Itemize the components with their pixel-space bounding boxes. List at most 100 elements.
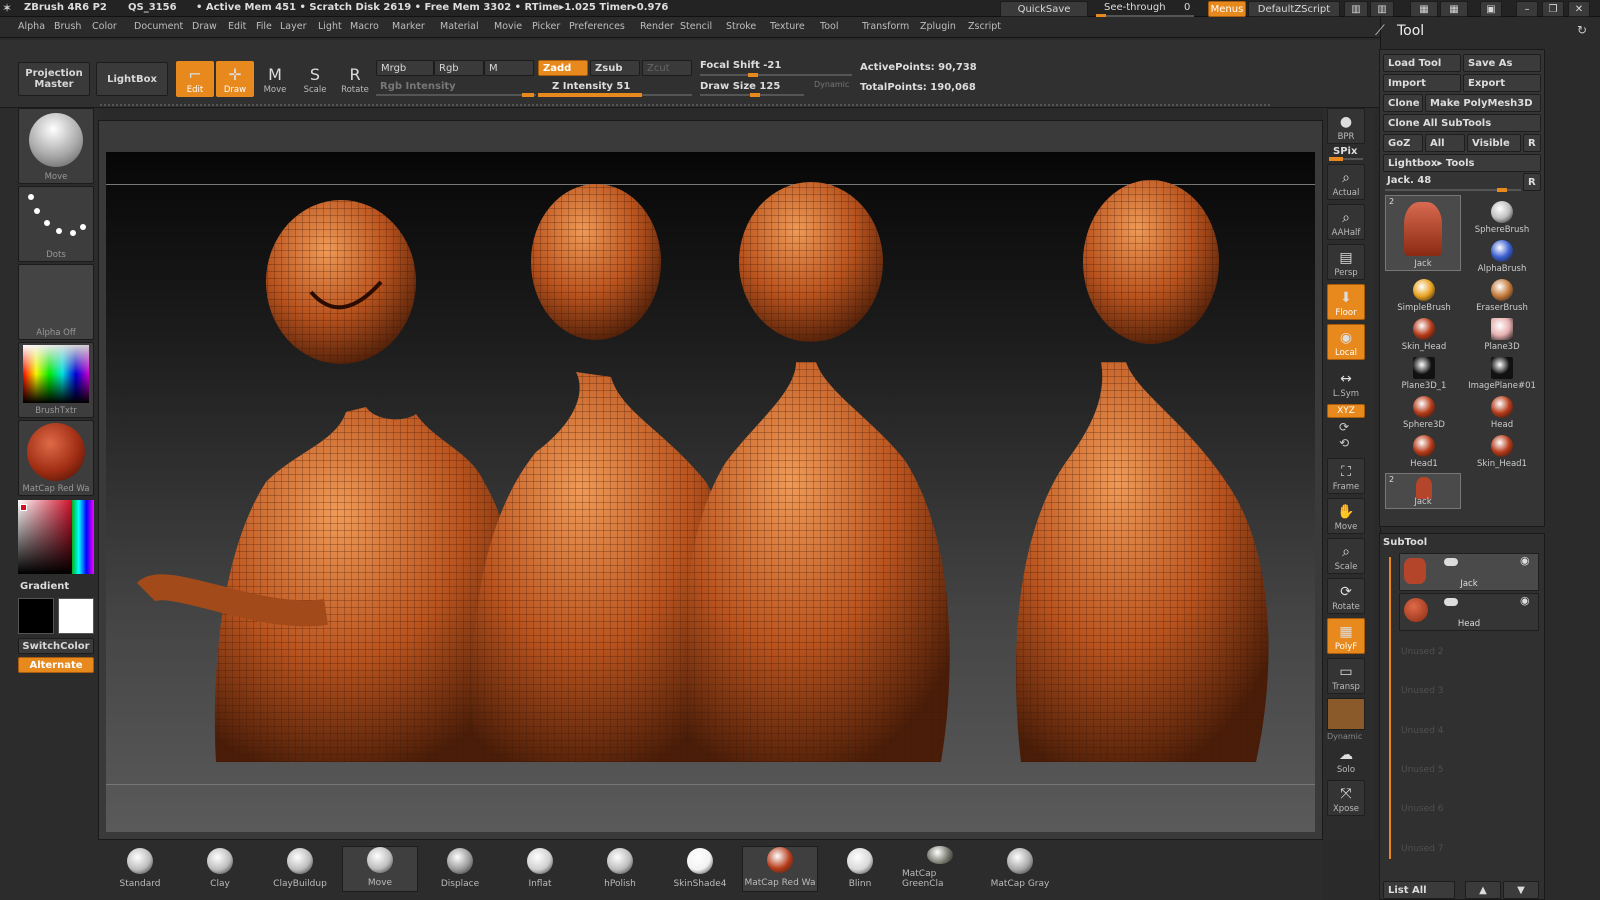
zcut-button[interactable]: Zcut [642, 60, 692, 76]
list-all-button[interactable]: List All [1383, 881, 1455, 899]
edit-button[interactable]: ⌐ Edit [176, 61, 214, 97]
texture-selector[interactable]: BrushTxtr [18, 342, 94, 418]
tool-simplebrush[interactable]: SimpleBrush [1385, 273, 1463, 313]
subtool-unused-4[interactable]: Unused 4 [1401, 726, 1444, 736]
tool-eraserbrush[interactable]: EraserBrush [1463, 273, 1541, 313]
menu-preferences[interactable]: Preferences [569, 21, 625, 32]
lightbox-tools-button[interactable]: Lightbox▸ Tools [1383, 154, 1541, 172]
lightbox-button[interactable]: LightBox [96, 62, 168, 96]
menu-layer[interactable]: Layer [280, 21, 307, 32]
menu-document[interactable]: Document [134, 21, 183, 32]
rotate-button[interactable]: R Rotate [336, 61, 374, 97]
focal-shift-slider[interactable] [700, 73, 852, 77]
menu-transform[interactable]: Transform [862, 21, 909, 32]
menu-draw[interactable]: Draw [192, 21, 217, 32]
shelf-item-blinn[interactable]: Blinn [822, 846, 898, 892]
menu-brush[interactable]: Brush [54, 21, 81, 32]
move-view-button[interactable]: ✋ Move [1327, 498, 1365, 534]
shelf-item-clay[interactable]: Clay [182, 846, 258, 892]
subtool-unused-5[interactable]: Unused 5 [1401, 765, 1444, 775]
shelf-item-hpolish[interactable]: hPolish [582, 846, 658, 892]
load-tool-button[interactable]: Load Tool [1383, 54, 1461, 72]
move-up-icon[interactable]: ▲ [1465, 881, 1501, 899]
layout-alt-icon[interactable]: ▥ [1370, 1, 1394, 17]
subtool-unused-7[interactable]: Unused 7 [1401, 844, 1444, 854]
menu-color[interactable]: Color [92, 21, 117, 32]
frame-button[interactable]: ⛶ Frame [1327, 458, 1365, 494]
color-square[interactable] [18, 500, 72, 574]
tool-head[interactable]: Head [1463, 390, 1541, 430]
tool-head1[interactable]: Head1 [1385, 429, 1463, 469]
zadd-button[interactable]: Zadd [538, 60, 588, 76]
spix-slider[interactable] [1329, 157, 1363, 161]
xpose-button[interactable]: ⤧ Xpose [1327, 780, 1365, 816]
tool-skin-head[interactable]: Skin_Head [1385, 312, 1463, 352]
menu-material[interactable]: Material [440, 21, 479, 32]
tool-sphere3d[interactable]: Sphere3D [1385, 390, 1463, 430]
maximize-icon[interactable]: ❐ [1542, 1, 1564, 17]
close-icon[interactable]: ✕ [1568, 1, 1590, 17]
save-as-button[interactable]: Save As [1463, 54, 1541, 72]
palette-alt-icon[interactable]: ▦ [1440, 1, 1468, 17]
rotate-view-button[interactable]: ⟳ Rotate [1327, 578, 1365, 614]
rotate-y-icon[interactable]: ⟳ [1339, 420, 1349, 434]
stroke-selector[interactable]: Dots [18, 186, 94, 262]
shelf-item-matcap-greencla[interactable]: MatCap GreenCla [902, 846, 978, 892]
menu-texture[interactable]: Texture [770, 21, 805, 32]
jack-tool-thumb-2[interactable]: 2 Jack [1385, 473, 1461, 509]
menu-zplugin[interactable]: Zplugin [920, 21, 956, 32]
shelf-item-move[interactable]: Move [342, 846, 418, 892]
subtool-unused-3[interactable]: Unused 3 [1401, 686, 1444, 696]
goz-r-button[interactable]: R [1523, 134, 1541, 152]
import-button[interactable]: Import [1383, 74, 1461, 92]
menu-movie[interactable]: Movie [494, 21, 522, 32]
export-button[interactable]: Export [1463, 74, 1541, 92]
subtool-unused-2[interactable]: Unused 2 [1401, 647, 1444, 657]
bpr-button[interactable]: ● BPR [1327, 108, 1365, 144]
tool-r-button[interactable]: R [1523, 173, 1541, 191]
menu-edit[interactable]: Edit [228, 21, 246, 32]
alternate-button[interactable]: Alternate [18, 657, 94, 673]
subtool-head-eye-icon[interactable]: ◉ [1520, 594, 1530, 607]
secondary-color-swatch[interactable] [58, 598, 94, 634]
make-polymesh-button[interactable]: Make PolyMesh3D [1425, 94, 1541, 112]
move-button[interactable]: M Move [256, 61, 294, 97]
polyf-button[interactable]: ▦ PolyF [1327, 618, 1365, 654]
aahalf-button[interactable]: ⌕ AAHalf [1327, 204, 1365, 240]
solo-button[interactable]: ☁ Solo [1327, 740, 1365, 776]
lock-icon[interactable]: ▣ [1480, 1, 1502, 17]
clone-button[interactable]: Clone [1383, 94, 1423, 112]
shelf-item-claybuildup[interactable]: ClayBuildup [262, 846, 338, 892]
goz-all-button[interactable]: All [1425, 134, 1465, 152]
menu-marker[interactable]: Marker [392, 21, 425, 32]
primary-color-swatch[interactable] [18, 598, 54, 634]
shelf-item-standard[interactable]: Standard [102, 846, 178, 892]
scale-button[interactable]: S Scale [296, 61, 334, 97]
minimize-icon[interactable]: – [1516, 1, 1538, 17]
rgb-intensity-slider[interactable] [376, 93, 536, 97]
color-picker[interactable] [18, 500, 94, 574]
shelf-item-skinshade4[interactable]: SkinShade4 [662, 846, 738, 892]
menu-stencil[interactable]: Stencil [680, 21, 712, 32]
menu-file[interactable]: File [256, 21, 272, 32]
material-selector[interactable]: MatCap Red Wa [18, 420, 94, 496]
move-down-icon[interactable]: ▼ [1503, 881, 1539, 899]
tool-plane3d-1[interactable]: Plane3D_1 [1385, 351, 1463, 391]
shelf-item-matcap-gray[interactable]: MatCap Gray [982, 846, 1058, 892]
switch-color-button[interactable]: SwitchColor [18, 638, 94, 654]
rgb-button[interactable]: Rgb [434, 60, 484, 76]
z-intensity-slider[interactable] [538, 93, 692, 97]
subtool-jack-toggle-icon[interactable] [1444, 558, 1458, 566]
quicksave-button[interactable]: QuickSave [1000, 1, 1088, 17]
transp-button[interactable]: ▭ Transp [1327, 658, 1365, 694]
menu-light[interactable]: Light [318, 21, 342, 32]
shelf-item-matcap-red-wa[interactable]: MatCap Red Wa [742, 846, 818, 892]
subtool-row-head[interactable]: ◉ Head [1399, 593, 1539, 631]
layout-icon[interactable]: ▥ [1344, 1, 1368, 17]
alpha-selector[interactable]: Alpha Off [18, 264, 94, 340]
menu-macro[interactable]: Macro [350, 21, 379, 32]
tool-alphabrush[interactable]: AlphaBrush [1463, 234, 1541, 274]
menus-button[interactable]: Menus [1208, 1, 1246, 17]
tool-plane3d[interactable]: Plane3D [1463, 312, 1541, 352]
projection-master-button[interactable]: Projection Master [18, 62, 90, 96]
